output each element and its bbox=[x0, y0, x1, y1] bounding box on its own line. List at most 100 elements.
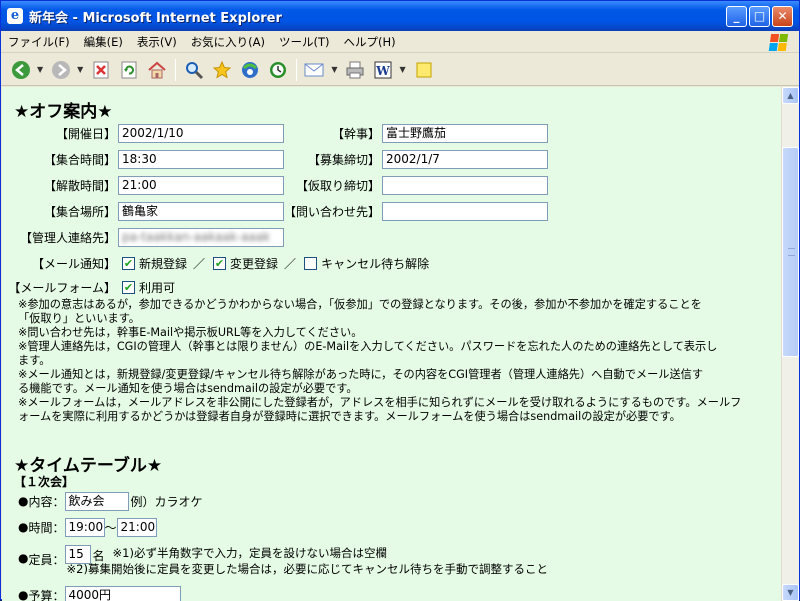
forward-arrow-icon bbox=[51, 60, 71, 80]
back-dropdown-icon[interactable]: ▼ bbox=[37, 65, 43, 74]
edit-button[interactable]: W bbox=[371, 58, 395, 82]
mail-form-value: 利用可 bbox=[139, 279, 175, 296]
row-mail-notice: 【メール通知】 ✔ 新規登録 ／ ✔ 変更登録 ／ キャンセル待ち解除 bbox=[2, 253, 429, 273]
scroll-thumb[interactable] bbox=[782, 147, 799, 357]
bullet-icon: ● bbox=[18, 520, 28, 534]
contact-input[interactable] bbox=[382, 202, 548, 221]
page-content: ★オフ案内★ 【開催日】 2002/1/10 【幹事】 富士野鷹茄 【集合時間】… bbox=[2, 87, 781, 601]
note-icon bbox=[414, 60, 434, 80]
print-button[interactable] bbox=[343, 58, 367, 82]
row-budget: ● 予算： 4000円 bbox=[18, 585, 181, 601]
scroll-down-button[interactable]: ▼ bbox=[782, 584, 799, 601]
row-date: 【開催日】 2002/1/10 【幹事】 富士野鷹茄 bbox=[2, 123, 548, 143]
note-line: ォームを実際に利用するかどうかは登録者自身が登録時に選択できます。メールフォーム… bbox=[18, 410, 778, 424]
deadline-label: 【募集締切】 bbox=[284, 151, 380, 168]
bullet-icon: ● bbox=[18, 551, 28, 565]
favorites-button[interactable] bbox=[210, 58, 234, 82]
dismiss-time-input[interactable]: 21:00 bbox=[118, 176, 284, 195]
row-dismiss-time: 【解散時間】 21:00 【仮取り締切】 bbox=[2, 175, 548, 195]
separator-slash: ／ bbox=[284, 255, 296, 272]
off-heading: ★オフ案内★ bbox=[14, 97, 112, 122]
menu-bar: ファイル(F) 編集(E) 表示(V) お気に入り(A) ツール(T) ヘルプ(… bbox=[1, 31, 799, 53]
admin-contact-value: pa-taakkan-aakaak-aaak bbox=[122, 230, 270, 244]
maximize-button[interactable]: □ bbox=[749, 6, 770, 27]
time-start-input[interactable]: 19:00 bbox=[65, 518, 105, 537]
change-reg-label: 変更登録 bbox=[230, 255, 278, 272]
row-content: ● 内容： 飲み会 例）カラオケ bbox=[18, 491, 203, 511]
menu-view[interactable]: 表示(V) bbox=[130, 31, 184, 53]
dismiss-time-label: 【解散時間】 bbox=[2, 177, 116, 194]
mail-button[interactable] bbox=[303, 58, 327, 82]
admin-contact-label: 【管理人連絡先】 bbox=[2, 229, 116, 246]
search-button[interactable] bbox=[182, 58, 206, 82]
place-input[interactable]: 鶴亀家 bbox=[118, 202, 284, 221]
budget-input[interactable]: 4000円 bbox=[65, 586, 181, 601]
session-label: 【１次会】 bbox=[14, 473, 74, 490]
minimize-button[interactable]: _ bbox=[726, 6, 747, 27]
history-button[interactable] bbox=[266, 58, 290, 82]
capacity-notes: ※1)必ず半角数字で入力，定員を設けない場合は空欄 ※2)募集開始後に定員を変更… bbox=[113, 545, 548, 577]
admin-contact-input[interactable]: pa-taakkan-aakaak-aaak bbox=[118, 228, 284, 247]
new-reg-checkbox[interactable]: ✔ bbox=[122, 257, 135, 270]
content-example: 例）カラオケ bbox=[131, 493, 203, 510]
bullet-icon: ● bbox=[18, 494, 28, 508]
gather-time-input[interactable]: 18:30 bbox=[118, 150, 284, 169]
note-line: 「仮取り」といいます。 bbox=[18, 312, 778, 326]
note-line: ※メールフォームは，メールアドレスを非公開にした登録者が，アドレスを相手に知られ… bbox=[18, 396, 778, 410]
row-mail-form: 【メールフォーム】 ✔ 利用可 bbox=[2, 277, 175, 297]
svg-text:W: W bbox=[376, 64, 391, 78]
refresh-button[interactable] bbox=[117, 58, 141, 82]
title-bar[interactable]: e 新年会 - Microsoft Internet Explorer _ □ … bbox=[1, 1, 799, 31]
note-line: ます。 bbox=[18, 354, 778, 368]
mail-dropdown-icon[interactable]: ▼ bbox=[331, 65, 337, 74]
note-line: ※参加の意志はあるが，参加できるかどうかわからない場合，「仮参加」での登録となり… bbox=[18, 298, 778, 312]
deadline-input[interactable]: 2002/1/7 bbox=[382, 150, 548, 169]
ie-icon: e bbox=[7, 8, 23, 24]
stop-icon bbox=[92, 61, 110, 79]
home-icon bbox=[147, 60, 167, 80]
time-tilde: ～ bbox=[105, 519, 117, 536]
capacity-label: 定員： bbox=[28, 551, 64, 568]
date-input[interactable]: 2002/1/10 bbox=[118, 124, 284, 143]
note-line: ※管理人連絡先は，CGIの管理人（幹事とは限りません）のE-Mailを入力してく… bbox=[18, 340, 778, 354]
menu-tools[interactable]: ツール(T) bbox=[272, 31, 337, 53]
stop-button[interactable] bbox=[89, 58, 113, 82]
discuss-button[interactable] bbox=[412, 58, 436, 82]
toolbar-separator bbox=[296, 59, 297, 81]
star-icon bbox=[212, 60, 232, 80]
change-reg-checkbox[interactable]: ✔ bbox=[213, 257, 226, 270]
back-button[interactable] bbox=[9, 58, 33, 82]
cancel-wait-checkbox[interactable] bbox=[304, 257, 317, 270]
menu-edit[interactable]: 編集(E) bbox=[77, 31, 130, 53]
content-input[interactable]: 飲み会 bbox=[65, 492, 129, 511]
capacity-note: ※2)募集開始後に定員を変更した場合は，必要に応じてキャンセル待ちを手動で調整す… bbox=[67, 561, 548, 577]
row-place: 【集合場所】 鶴亀家 【問い合わせ先】 bbox=[2, 201, 548, 221]
tentative-deadline-input[interactable] bbox=[382, 176, 548, 195]
edit-dropdown-icon[interactable]: ▼ bbox=[399, 65, 405, 74]
search-icon bbox=[184, 60, 204, 80]
word-edit-icon: W bbox=[373, 60, 393, 80]
menu-favorites[interactable]: お気に入り(A) bbox=[184, 31, 272, 53]
forward-dropdown-icon[interactable]: ▼ bbox=[77, 65, 83, 74]
scroll-grip-icon bbox=[788, 248, 795, 256]
mail-form-label: 【メールフォーム】 bbox=[2, 279, 116, 296]
menu-file[interactable]: ファイル(F) bbox=[1, 31, 77, 53]
row-admin-contact: 【管理人連絡先】 pa-taakkan-aakaak-aaak bbox=[2, 227, 284, 247]
media-button[interactable] bbox=[238, 58, 262, 82]
scroll-up-button[interactable]: ▲ bbox=[782, 87, 799, 104]
new-reg-label: 新規登録 bbox=[139, 255, 187, 272]
contact-label: 【問い合わせ先】 bbox=[284, 203, 380, 220]
mail-form-checkbox[interactable]: ✔ bbox=[122, 281, 135, 294]
history-icon bbox=[268, 60, 288, 80]
capacity-note: ※1)必ず半角数字で入力，定員を設けない場合は空欄 bbox=[113, 545, 548, 561]
windows-logo-icon bbox=[760, 32, 797, 52]
notes-block: ※参加の意志はあるが，参加できるかどうかわからない場合，「仮参加」での登録となり… bbox=[18, 298, 778, 424]
vertical-scrollbar[interactable]: ▲ ▼ bbox=[781, 87, 799, 601]
close-button[interactable]: ✕ bbox=[772, 6, 793, 27]
kanji-input[interactable]: 富士野鷹茄 bbox=[382, 124, 548, 143]
time-end-input[interactable]: 21:00 bbox=[117, 518, 157, 537]
home-button[interactable] bbox=[145, 58, 169, 82]
menu-help[interactable]: ヘルプ(H) bbox=[337, 31, 403, 53]
forward-button[interactable] bbox=[49, 58, 73, 82]
date-label: 【開催日】 bbox=[2, 125, 116, 142]
